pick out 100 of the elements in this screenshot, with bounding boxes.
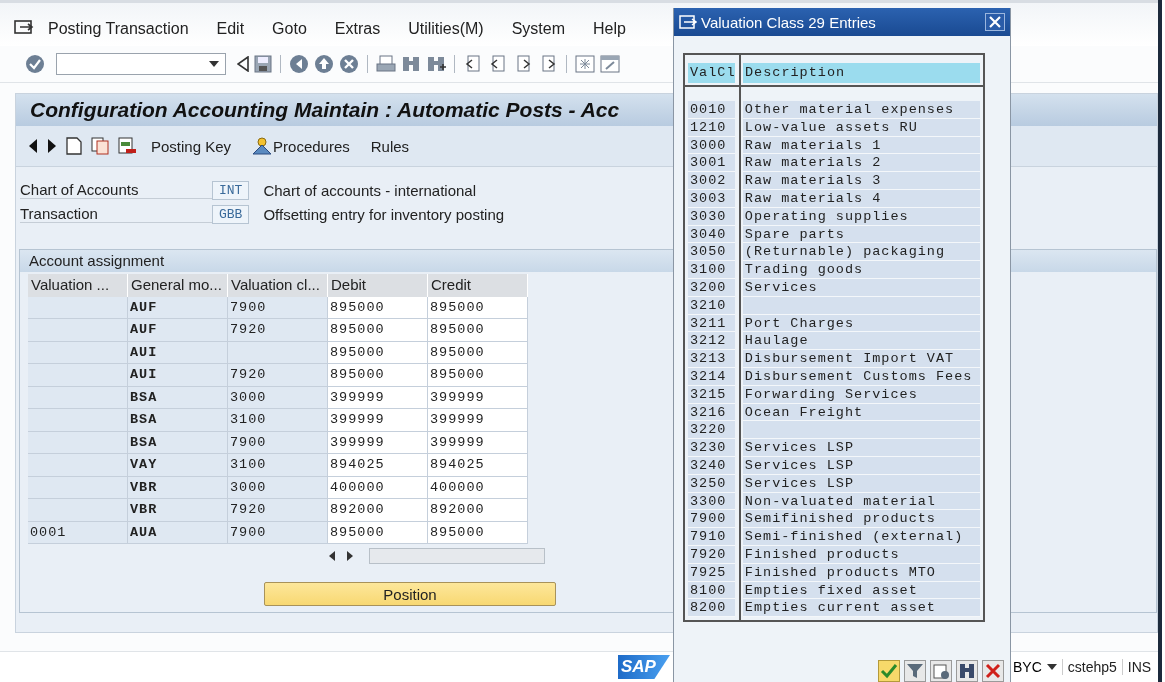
column-header[interactable]: ValCl <box>688 63 735 83</box>
column-header[interactable]: Description <box>743 63 980 83</box>
menu-item[interactable]: Utilities(M) <box>408 20 484 38</box>
column-header[interactable]: General mo... <box>128 274 228 297</box>
list-cell[interactable]: 8200 <box>688 599 735 618</box>
field-value[interactable]: INT <box>212 180 250 200</box>
print-icon[interactable] <box>376 55 396 73</box>
list-cell[interactable]: Semi-finished (external) <box>742 528 980 546</box>
table-cell[interactable]: 895000 <box>428 296 528 319</box>
list-cell[interactable]: Disbursement Import VAT <box>742 350 980 368</box>
new-page-icon[interactable] <box>66 137 82 155</box>
menu-item[interactable]: System <box>511 20 566 38</box>
person-icon <box>252 137 273 155</box>
table-cell[interactable]: 399999 <box>328 431 428 454</box>
list-cell[interactable]: 0010 <box>688 101 735 119</box>
table-cell[interactable]: 400000 <box>428 476 528 499</box>
table-cell[interactable]: 895000 <box>328 341 428 364</box>
column-header[interactable]: Valuation cl... <box>228 274 328 297</box>
list-cell[interactable]: Haulage <box>742 332 980 351</box>
cancel-icon[interactable] <box>339 54 359 74</box>
list-cell[interactable]: Other material expenses <box>742 101 980 119</box>
copy-icon[interactable] <box>91 137 109 155</box>
window-menu-icon <box>679 15 697 29</box>
binoculars-icon[interactable] <box>401 55 421 73</box>
toolbar-button[interactable]: Posting Key <box>145 137 238 155</box>
menu-item[interactable]: Goto <box>272 20 307 38</box>
list-cell[interactable]: 3212 <box>688 332 735 351</box>
toolbar-button[interactable]: Rules <box>364 137 416 155</box>
enter-icon[interactable] <box>25 54 45 74</box>
table-cell[interactable]: 399999 <box>328 409 428 432</box>
list-cell[interactable]: 3050 <box>688 243 735 262</box>
table-cell[interactable]: 399999 <box>428 386 528 409</box>
position-button[interactable]: Position <box>264 582 556 606</box>
list-cell[interactable]: Raw materials 3 <box>742 172 980 190</box>
toolbar-button[interactable]: Procedures <box>246 137 356 155</box>
list-cell[interactable]: Raw materials 2 <box>742 154 980 173</box>
scroll-left-icon[interactable] <box>327 551 337 561</box>
list-cell[interactable]: 7900 <box>688 510 735 529</box>
window-icon[interactable] <box>600 55 620 73</box>
table-cell[interactable]: 895000 <box>328 364 428 387</box>
confirm-icon[interactable] <box>878 660 900 682</box>
list-cell[interactable]: 3220 <box>688 421 735 440</box>
table-cell[interactable]: 892000 <box>328 499 428 522</box>
menu-item[interactable]: Help <box>593 20 626 38</box>
save-icon[interactable] <box>254 55 272 73</box>
scrollbar-thumb[interactable] <box>369 548 545 564</box>
server-name: cstehp5 <box>1061 659 1117 675</box>
next-arrow-icon[interactable] <box>47 139 57 153</box>
exit-icon[interactable] <box>314 54 334 74</box>
dropdown-caret-icon[interactable] <box>209 61 219 67</box>
table-cell[interactable]: 895000 <box>428 341 528 364</box>
table-cell[interactable]: 895000 <box>328 319 428 342</box>
table-cell[interactable]: 894025 <box>428 454 528 477</box>
table-cell[interactable]: 400000 <box>328 476 428 499</box>
column-header[interactable]: Valuation ... <box>28 274 128 297</box>
list-cell[interactable]: 3230 <box>688 439 735 457</box>
table-cell[interactable]: 895000 <box>428 319 528 342</box>
command-field[interactable] <box>56 53 226 75</box>
list-cell[interactable]: Services LSP <box>742 439 980 457</box>
table-cell[interactable]: 399999 <box>428 409 528 432</box>
list-cell[interactable]: 3213 <box>688 350 735 368</box>
list-cell[interactable]: Empties current asset <box>742 599 980 618</box>
list-cell[interactable]: 7910 <box>688 528 735 546</box>
table-cell[interactable]: 892000 <box>428 499 528 522</box>
list-cell[interactable]: (Returnable) packaging <box>742 243 980 262</box>
table-cell[interactable]: 399999 <box>428 431 528 454</box>
table-cell[interactable]: 895000 <box>428 364 528 387</box>
table-cell: 7920 <box>228 319 328 342</box>
back-triangle-icon[interactable] <box>237 56 249 72</box>
column-header[interactable]: Credit <box>428 274 528 297</box>
table-cell[interactable]: 894025 <box>328 454 428 477</box>
window-menu-icon[interactable] <box>14 19 34 35</box>
back-icon[interactable] <box>289 54 309 74</box>
first-page-icon[interactable] <box>463 55 483 73</box>
list-cell[interactable]: Semifinished products <box>742 510 980 529</box>
binoculars-icon[interactable] <box>956 660 978 682</box>
list-cell[interactable]: 3100 <box>688 261 735 279</box>
menu-item[interactable]: Posting Transaction <box>48 20 189 38</box>
sap-logo: SAP <box>618 655 670 679</box>
list-cell[interactable]: Trading goods <box>742 261 980 279</box>
list-cell[interactable] <box>742 421 980 440</box>
previous-arrow-icon[interactable] <box>28 139 38 153</box>
cancel-icon[interactable] <box>982 660 1004 682</box>
list-cell[interactable]: 3001 <box>688 154 735 173</box>
menu-item[interactable]: Edit <box>216 20 245 38</box>
field-value[interactable]: GBB <box>212 204 250 224</box>
menu-item[interactable]: Extras <box>334 20 381 38</box>
table-cell[interactable]: 895000 <box>428 521 528 544</box>
table-cell[interactable]: 895000 <box>328 521 428 544</box>
filter-icon[interactable] <box>904 660 926 682</box>
system-dropdown[interactable]: BYC <box>1012 659 1057 675</box>
scroll-right-icon[interactable] <box>345 551 355 561</box>
column-header[interactable]: Debit <box>328 274 428 297</box>
list-cell[interactable]: 3002 <box>688 172 735 190</box>
table-cell[interactable]: 895000 <box>328 296 428 319</box>
table-cell: 3100 <box>228 409 328 432</box>
close-icon[interactable] <box>985 13 1005 31</box>
table-cell[interactable]: 399999 <box>328 386 428 409</box>
previous-page-icon[interactable] <box>488 55 508 73</box>
binoculars-plus-icon[interactable] <box>426 55 446 73</box>
